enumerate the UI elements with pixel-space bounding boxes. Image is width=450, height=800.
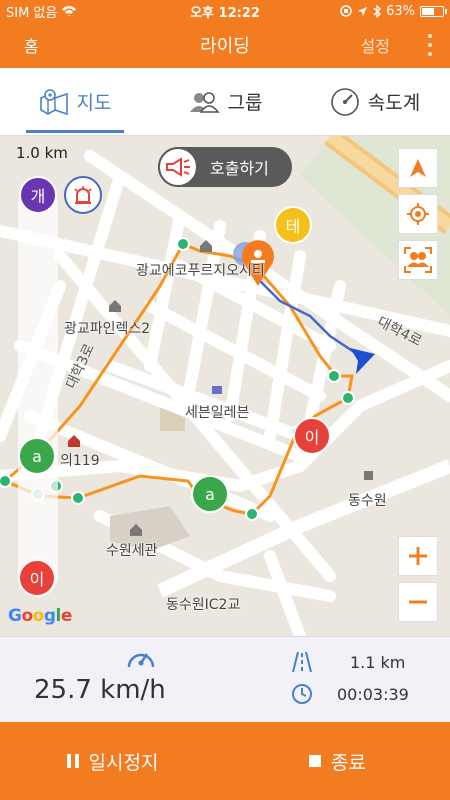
bluetooth-icon: [373, 4, 382, 18]
tab-speedometer[interactable]: 속도계: [300, 68, 450, 135]
place-label-suwon-customs: 수원세관: [106, 543, 158, 559]
place-label-seven-eleven: 세븐일레븐: [185, 405, 250, 421]
zoom-out-button[interactable]: [398, 582, 438, 622]
call-button[interactable]: 호출하기: [158, 147, 292, 187]
member-marker-a-mid[interactable]: a: [191, 475, 229, 513]
minus-icon: [409, 600, 427, 604]
pause-button[interactable]: 일시정지: [0, 722, 225, 800]
ride-stats-panel: 25.7 km/h 1.1 km 00:03:39: [0, 636, 450, 722]
plus-icon: [409, 547, 427, 565]
member-marker-top[interactable]: 개: [19, 176, 57, 214]
speedometer-icon: [127, 653, 155, 668]
pause-icon: [66, 754, 79, 768]
siren-icon[interactable]: [64, 176, 102, 214]
road-icon: [292, 651, 312, 673]
place-label-dongsuwon: 동수원: [348, 493, 387, 509]
map-scale: 1.0 km: [16, 144, 68, 162]
orientation-lock-icon: [340, 5, 352, 17]
carrier-label: SIM 없음: [6, 5, 58, 21]
stop-button-label: 종료: [331, 751, 366, 774]
navigation-button[interactable]: [398, 148, 438, 188]
google-logo: Google: [8, 606, 72, 626]
member-marker-bottom[interactable]: 이: [18, 559, 56, 597]
more-menu-icon[interactable]: [426, 34, 434, 56]
tab-group[interactable]: 그룹: [150, 68, 300, 135]
member-marker-a-left[interactable]: a: [18, 437, 56, 475]
battery-percent: 63%: [386, 3, 415, 19]
stop-icon: [309, 755, 322, 767]
bottom-action-bar: 일시정지 종료: [0, 722, 450, 800]
clock-icon: [292, 684, 312, 704]
place-label-ecopark: 광교에코푸르지오시티: [136, 263, 265, 279]
map-view[interactable]: 1.0 km 호출하기 개 테 a a 이 이 광교에코푸르지오시티 광교파인렉…: [0, 136, 450, 636]
tab-speedometer-label: 속도계: [367, 92, 421, 114]
status-right: 63%: [294, 3, 447, 19]
tab-bar: 지도 그룹 속도계: [0, 68, 450, 136]
group-focus-button[interactable]: [398, 240, 438, 280]
my-location-button[interactable]: [398, 194, 438, 234]
call-button-label: 호출하기: [210, 159, 269, 178]
member-sidebar: [18, 186, 58, 596]
crosshair-icon: [407, 203, 429, 225]
member-marker-te[interactable]: 테: [274, 206, 312, 244]
ride-distance: 1.1 km: [350, 653, 406, 672]
place-label-ic: 동수원IC2교: [166, 597, 241, 613]
status-bar: SIM 없음 오후 12:22 63%: [0, 0, 450, 22]
battery-level: [422, 7, 434, 15]
status-time: 오후 12:22: [190, 5, 260, 21]
group-frame-icon: [404, 247, 432, 273]
place-label-pinerex: 광교파인렉스2: [64, 321, 151, 337]
zoom-in-button[interactable]: [398, 536, 438, 576]
tab-group-label: 그룹: [227, 92, 263, 114]
ride-elapsed-time: 00:03:39: [337, 685, 409, 704]
current-speed: 25.7 km/h: [34, 675, 166, 705]
member-marker-i-right[interactable]: 이: [293, 417, 331, 455]
nav-bar: 홈 라이딩 설정: [0, 22, 450, 68]
group-icon: [189, 91, 220, 113]
wifi-icon: [62, 6, 77, 16]
speedometer-icon: [330, 87, 359, 116]
stop-button[interactable]: 종료: [225, 722, 450, 800]
settings-button[interactable]: 설정: [361, 33, 390, 57]
map-icon: [39, 88, 68, 115]
pause-button-label: 일시정지: [88, 751, 159, 774]
navigation-arrow-icon: [410, 159, 426, 177]
status-left: SIM 없음: [6, 2, 156, 21]
place-label-119: 의119: [60, 453, 100, 469]
tab-map-label: 지도: [76, 92, 112, 114]
tab-map[interactable]: 지도: [0, 68, 150, 135]
location-arrow-icon: [358, 6, 368, 16]
megaphone-icon: [158, 147, 198, 187]
battery-icon: [420, 5, 447, 17]
